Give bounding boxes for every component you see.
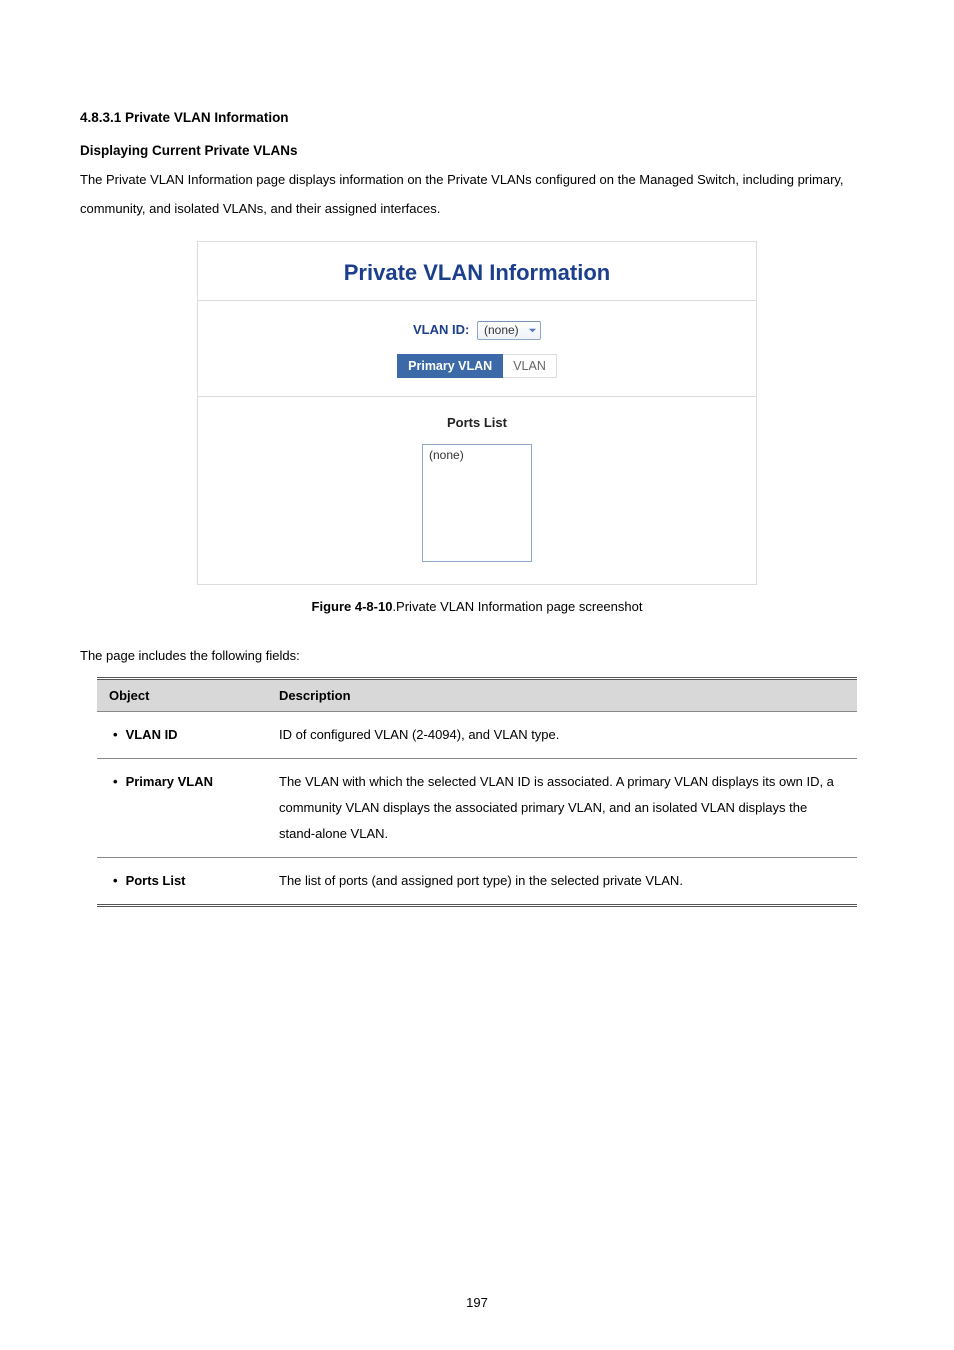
ports-list-box[interactable]: (none)	[422, 444, 532, 562]
page-number: 197	[0, 1295, 954, 1310]
primary-vlan-header-cell: Primary VLAN	[397, 354, 503, 378]
figure-caption-number: Figure 4-8-10	[312, 599, 393, 614]
section-heading: 4.8.3.1 Private VLAN Information	[80, 110, 874, 125]
table-object-cell: • VLAN ID	[97, 712, 267, 759]
table-head-description: Description	[267, 679, 857, 712]
panel-section-vlan: VLAN ID: (none) Primary VLANVLAN	[198, 301, 756, 397]
figure-caption-text: .Private VLAN Information page screensho…	[392, 599, 642, 614]
chevron-down-icon	[528, 324, 537, 338]
vlan-id-dropdown-value: (none)	[484, 323, 519, 337]
bullet-icon: •	[113, 727, 118, 742]
table-object-label: Ports List	[126, 873, 186, 888]
body-paragraph: The Private VLAN Information page displa…	[80, 166, 874, 223]
subsection-heading: Displaying Current Private VLANs	[80, 143, 874, 158]
primary-vlan-row: Primary VLANVLAN	[397, 354, 557, 378]
panel-section-ports: Ports List (none)	[198, 397, 756, 584]
primary-vlan-value-cell: VLAN	[503, 354, 557, 378]
bullet-icon: •	[113, 774, 118, 789]
ports-list-title: Ports List	[198, 415, 756, 430]
table-object-cell: • Primary VLAN	[97, 759, 267, 858]
figure-container: Private VLAN Information VLAN ID: (none)…	[80, 241, 874, 614]
panel-title: Private VLAN Information	[198, 242, 756, 301]
table-object-cell: • Ports List	[97, 858, 267, 906]
table-desc-cell: The list of ports (and assigned port typ…	[267, 858, 857, 906]
figure-panel: Private VLAN Information VLAN ID: (none)…	[197, 241, 757, 585]
table-row: • Primary VLAN The VLAN with which the se…	[97, 759, 857, 858]
bullet-icon: •	[113, 873, 118, 888]
table-desc-cell: ID of configured VLAN (2-4094), and VLAN…	[267, 712, 857, 759]
figure-caption: Figure 4-8-10.Private VLAN Information p…	[197, 599, 757, 614]
figure-box: Private VLAN Information VLAN ID: (none)…	[197, 241, 757, 614]
table-head-object: Object	[97, 679, 267, 712]
table-row: • Ports List The list of ports (and assig…	[97, 858, 857, 906]
vlan-id-label: VLAN ID:	[413, 322, 469, 337]
table-desc-cell: The VLAN with which the selected VLAN ID…	[267, 759, 857, 858]
table-object-label: VLAN ID	[126, 727, 178, 742]
vlan-id-dropdown[interactable]: (none)	[477, 321, 541, 340]
fields-intro-text: The page includes the following fields:	[80, 648, 874, 663]
ports-list-item: (none)	[429, 448, 464, 462]
fields-table: Object Description • VLAN ID ID of config…	[97, 677, 857, 907]
vlan-id-row: VLAN ID: (none)	[198, 321, 756, 340]
table-row: • VLAN ID ID of configured VLAN (2-4094),…	[97, 712, 857, 759]
table-object-label: Primary VLAN	[126, 774, 213, 789]
